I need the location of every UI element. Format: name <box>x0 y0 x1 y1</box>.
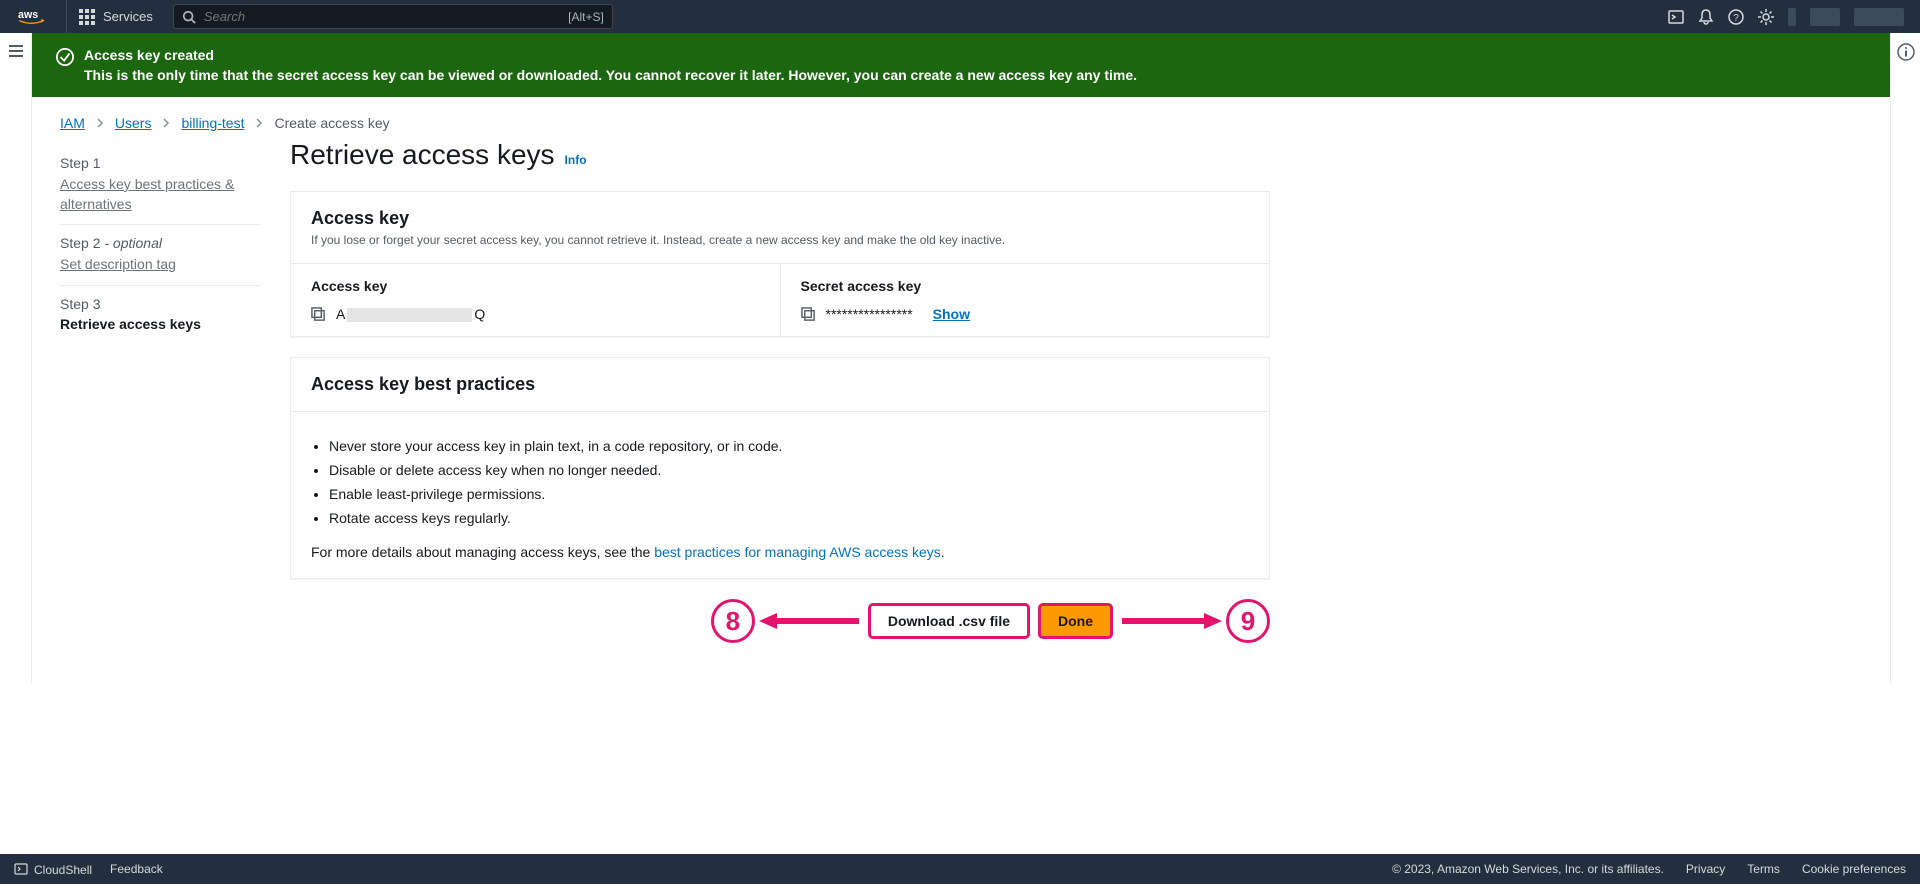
access-key-card-title: Access key <box>311 208 1249 229</box>
flash-title: Access key created <box>84 47 1137 63</box>
done-button[interactable]: Done <box>1039 604 1112 638</box>
callout-9: 9 <box>1226 599 1270 643</box>
list-item: Enable least-privilege permissions. <box>329 486 1249 502</box>
best-practices-doc-link[interactable]: best practices for managing AWS access k… <box>654 544 941 560</box>
info-link[interactable]: Info <box>565 153 587 167</box>
breadcrumb-users[interactable]: Users <box>115 115 152 131</box>
arrow-left-icon <box>759 611 859 631</box>
services-menu[interactable]: Services <box>67 0 165 33</box>
access-key-value: AQ <box>336 306 485 322</box>
footer-cookies[interactable]: Cookie preferences <box>1802 862 1906 876</box>
footer-terms[interactable]: Terms <box>1747 862 1780 876</box>
notifications-icon[interactable] <box>1698 9 1714 25</box>
list-item: Never store your access key in plain tex… <box>329 438 1249 454</box>
secret-key-value: **************** <box>826 306 913 322</box>
success-check-icon <box>56 48 74 66</box>
footer-privacy[interactable]: Privacy <box>1686 862 1725 876</box>
breadcrumb-iam[interactable]: IAM <box>60 115 85 131</box>
search-icon <box>182 10 196 24</box>
breadcrumb-user[interactable]: billing-test <box>181 115 244 131</box>
cloudshell-icon <box>14 862 28 876</box>
top-navbar: aws Services [Alt+S] ? <box>0 0 1920 33</box>
wizard-steps: Step 1 Access key best practices & alter… <box>60 139 260 643</box>
page-title: Retrieve access keys <box>290 139 555 171</box>
best-practices-title: Access key best practices <box>311 374 1249 395</box>
footer-copyright: © 2023, Amazon Web Services, Inc. or its… <box>1392 862 1664 876</box>
footer-cloudshell[interactable]: CloudShell <box>14 862 92 877</box>
secret-key-cell: Secret access key **************** Show <box>780 264 1270 336</box>
annotation-8: 8 <box>711 599 859 643</box>
topnav-right: ? <box>1668 8 1910 26</box>
hamburger-icon <box>8 43 24 59</box>
region-selector-redacted[interactable] <box>1810 8 1840 26</box>
access-key-card: Access key If you lose or forget your se… <box>290 191 1270 337</box>
services-label: Services <box>103 9 153 24</box>
secret-key-label: Secret access key <box>801 278 1250 294</box>
best-practices-list: Never store your access key in plain tex… <box>311 438 1249 526</box>
action-row: 8 Download .csv file Done 9 <box>290 599 1270 643</box>
access-key-redacted <box>347 308 472 322</box>
aws-logo[interactable]: aws <box>10 0 67 33</box>
breadcrumb: IAM Users billing-test Create access key <box>32 97 1890 139</box>
copy-icon[interactable] <box>801 307 816 322</box>
chevron-right-icon <box>95 115 105 131</box>
copy-icon[interactable] <box>311 307 326 322</box>
wizard-step-2[interactable]: Step 2 - optional Set description tag <box>60 225 260 286</box>
settings-icon[interactable] <box>1758 9 1774 25</box>
list-item: Disable or delete access key when no lon… <box>329 462 1249 478</box>
wizard-step-3-number: Step 3 <box>60 296 260 312</box>
breadcrumb-current: Create access key <box>274 115 389 131</box>
wizard-step-1-title[interactable]: Access key best practices & alternatives <box>60 175 260 214</box>
svg-text:aws: aws <box>18 9 38 21</box>
callout-8: 8 <box>711 599 755 643</box>
best-practices-card: Access key best practices Never store yo… <box>290 357 1270 579</box>
list-item: Rotate access keys regularly. <box>329 510 1249 526</box>
cloudshell-icon[interactable] <box>1668 9 1684 25</box>
success-flash: Access key created This is the only time… <box>32 33 1890 97</box>
search-shortcut: [Alt+S] <box>568 10 604 24</box>
account-menu-redacted[interactable] <box>1854 8 1904 26</box>
global-search[interactable]: [Alt+S] <box>173 4 613 29</box>
search-input[interactable] <box>204 9 568 24</box>
help-icon[interactable]: ? <box>1728 9 1744 25</box>
region-selector-redacted[interactable] <box>1788 8 1796 26</box>
access-key-card-desc: If you lose or forget your secret access… <box>311 233 1249 247</box>
wizard-step-3-title: Retrieve access keys <box>60 316 260 332</box>
access-key-cell: Access key AQ <box>291 264 780 336</box>
best-practices-footer: For more details about managing access k… <box>311 544 1249 560</box>
side-nav-collapsed[interactable] <box>0 33 32 683</box>
help-panel-collapsed[interactable] <box>1890 33 1920 683</box>
wizard-step-1[interactable]: Step 1 Access key best practices & alter… <box>60 145 260 225</box>
wizard-step-3: Step 3 Retrieve access keys <box>60 286 260 342</box>
wizard-step-2-number: Step 2 - optional <box>60 235 260 251</box>
svg-text:?: ? <box>1733 13 1739 24</box>
page-footer: CloudShell Feedback © 2023, Amazon Web S… <box>0 854 1920 884</box>
download-csv-button[interactable]: Download .csv file <box>869 604 1029 638</box>
arrow-right-icon <box>1122 611 1222 631</box>
info-icon <box>1897 43 1915 61</box>
wizard-step-1-number: Step 1 <box>60 155 260 171</box>
show-secret-link[interactable]: Show <box>933 306 970 322</box>
annotation-9: 9 <box>1122 599 1270 643</box>
flash-message: This is the only time that the secret ac… <box>84 67 1137 83</box>
chevron-right-icon <box>161 115 171 131</box>
chevron-right-icon <box>254 115 264 131</box>
access-key-label: Access key <box>311 278 760 294</box>
footer-feedback[interactable]: Feedback <box>110 862 163 876</box>
wizard-step-2-title[interactable]: Set description tag <box>60 255 260 275</box>
